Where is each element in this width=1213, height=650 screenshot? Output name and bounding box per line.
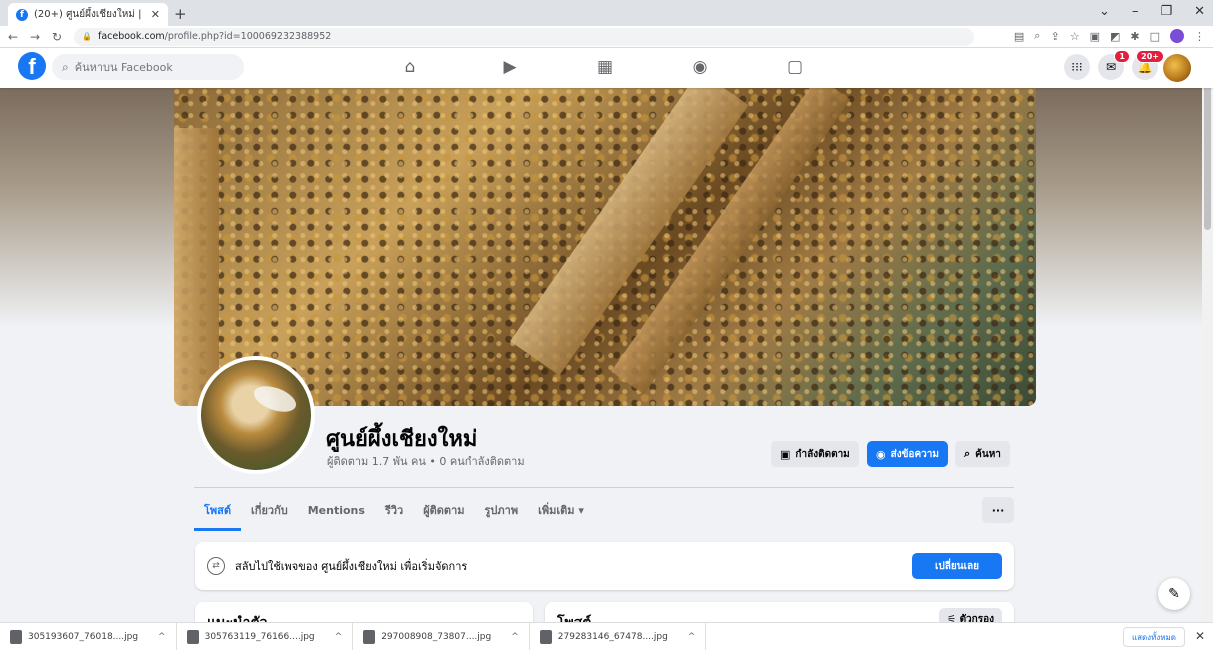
- lock-icon: 🔒: [82, 32, 92, 41]
- messenger-badge: 1: [1114, 50, 1130, 63]
- menu-grid-icon[interactable]: ⁝⁝⁝: [1064, 54, 1090, 80]
- extension-icon[interactable]: ▣: [1090, 30, 1100, 43]
- search-icon: ⌕: [964, 447, 971, 460]
- tab-photos[interactable]: รูปภาพ: [475, 489, 529, 531]
- messenger-icon: ◉: [876, 447, 886, 461]
- send-message-button[interactable]: ◉ ส่งข้อความ: [867, 441, 948, 467]
- facebook-header: f ⌕ ⌂ ▶ ▦ ◉ ▢ ⁝⁝⁝ ✉ 1 🔔 20+: [0, 48, 1213, 88]
- url-domain: facebook.com: [97, 31, 165, 42]
- address-bar: ← → ↻ 🔒 facebook.com/profile.php?id=1000…: [0, 26, 1213, 48]
- menu-icon[interactable]: ⋮: [1194, 30, 1205, 43]
- download-item[interactable]: 305763119_76166....jpg ^: [177, 622, 354, 650]
- chevron-up-icon[interactable]: ^: [688, 632, 696, 642]
- chevron-down-icon[interactable]: ⌄: [1099, 4, 1110, 19]
- chevron-up-icon[interactable]: ^: [511, 632, 519, 642]
- profile-icon[interactable]: [1170, 29, 1184, 43]
- url-field[interactable]: 🔒 facebook.com/profile.php?id=1000692323…: [74, 27, 974, 46]
- new-message-button[interactable]: ✎: [1158, 578, 1190, 610]
- restore-icon[interactable]: ❐: [1160, 4, 1172, 19]
- reload-icon[interactable]: ↻: [48, 30, 66, 44]
- account-avatar[interactable]: [1163, 54, 1191, 82]
- show-all-downloads-button[interactable]: แสดงทั้งหมด: [1122, 627, 1185, 647]
- facebook-favicon-icon: f: [16, 8, 28, 21]
- download-item[interactable]: 297008908_73807....jpg ^: [353, 622, 530, 650]
- groups-icon[interactable]: ◉: [688, 56, 712, 78]
- browser-tab[interactable]: f (20+) ศูนย์ผึ้งเชียงใหม่ | Facebook ✕: [8, 3, 168, 26]
- close-window-icon[interactable]: ✕: [1194, 4, 1205, 19]
- tab-followers[interactable]: ผู้ติดตาม: [413, 489, 474, 531]
- download-item[interactable]: 305193607_76018....jpg ^: [0, 622, 177, 650]
- tab-more[interactable]: เพิ่มเติม ▾: [528, 489, 594, 531]
- tab-mentions[interactable]: Mentions: [298, 489, 375, 531]
- browser-tab-title: (20+) ศูนย์ผึ้งเชียงใหม่ | Facebook: [34, 9, 145, 20]
- back-icon[interactable]: ←: [4, 30, 22, 44]
- extension-icons: ▤ ⌕ ⇪ ☆ ▣ ◩ ✱ □ ⋮: [1014, 29, 1205, 43]
- switch-profile-card: ⇄ สลับไปใช้เพจของ ศูนย์ผึ้งเชียงใหม่ เพื…: [195, 542, 1014, 590]
- notifications-badge: 20+: [1136, 50, 1164, 63]
- gaming-icon[interactable]: ▢: [783, 56, 807, 78]
- search-icon: ⌕: [62, 59, 69, 74]
- following-button[interactable]: ▣ กำลังติดตาม: [771, 441, 859, 467]
- switch-profile-text: สลับไปใช้เพจของ ศูนย์ผึ้งเชียงใหม่ เพื่อ…: [235, 560, 468, 573]
- facebook-logo-icon[interactable]: f: [18, 52, 46, 80]
- tab-about[interactable]: เกี่ยวกับ: [241, 489, 298, 531]
- more-options-button[interactable]: ···: [982, 497, 1014, 523]
- minimize-icon[interactable]: –: [1132, 4, 1139, 19]
- extension2-icon[interactable]: ◩: [1110, 30, 1120, 43]
- watch-icon[interactable]: ▶: [498, 56, 522, 78]
- translate-icon[interactable]: ▤: [1014, 30, 1024, 43]
- close-tab-icon[interactable]: ✕: [151, 8, 160, 21]
- home-icon[interactable]: ⌂: [398, 56, 422, 78]
- browser-tabbar: f (20+) ศูนย์ผึ้งเชียงใหม่ | Facebook ✕ …: [0, 0, 1213, 26]
- cover-photo[interactable]: [174, 88, 1036, 406]
- switch-now-button[interactable]: เปลี่ยนเลย: [912, 553, 1002, 579]
- divider: [194, 487, 1014, 488]
- marketplace-icon[interactable]: ▦: [593, 56, 617, 78]
- bookmark-star-icon[interactable]: ☆: [1070, 30, 1080, 43]
- zoom-icon[interactable]: ⌕: [1034, 29, 1040, 43]
- page-title: ศูนย์ผึ้งเชียงใหม่: [326, 427, 478, 452]
- file-icon: [363, 629, 376, 644]
- messenger-icon: ✉: [1105, 60, 1117, 74]
- notifications-button[interactable]: 🔔 20+: [1132, 50, 1164, 80]
- compose-icon: ✎: [1168, 586, 1180, 602]
- download-item[interactable]: 279283146_67478....jpg ^: [530, 622, 707, 650]
- file-icon: [539, 629, 552, 644]
- chevron-up-icon[interactable]: ^: [335, 632, 343, 642]
- following-icon: ▣: [780, 447, 791, 461]
- downloads-bar: 305193607_76018....jpg ^ 305763119_76166…: [0, 622, 1213, 650]
- profile-picture[interactable]: [197, 356, 315, 474]
- url-path: /profile.php?id=100069232388952: [164, 31, 332, 42]
- forward-icon[interactable]: →: [26, 30, 44, 44]
- tab-reviews[interactable]: รีวิว: [375, 489, 413, 531]
- file-icon: [186, 629, 199, 644]
- close-downloads-icon[interactable]: ✕: [1195, 629, 1205, 643]
- tab-posts[interactable]: โพสต์: [194, 489, 242, 531]
- page-tabs: โพสต์ เกี่ยวกับ Mentions รีวิว ผู้ติดตาม…: [194, 489, 1014, 531]
- messenger-button[interactable]: ✉ 1: [1098, 50, 1130, 80]
- switch-profile-icon: ⇄: [207, 557, 225, 575]
- new-tab-button[interactable]: +: [174, 5, 187, 23]
- search-input[interactable]: [74, 60, 225, 74]
- chevron-up-icon[interactable]: ^: [158, 632, 166, 642]
- facebook-search[interactable]: ⌕: [52, 54, 244, 80]
- puzzle-icon[interactable]: ✱: [1130, 30, 1139, 43]
- sidepanel-icon[interactable]: □: [1150, 30, 1160, 43]
- window-controls: ⌄ – ❐ ✕: [1099, 4, 1205, 19]
- page-follower-count: ผู้ติดตาม 1.7 พัน คน • 0 คนกำลังติดตาม: [327, 455, 525, 468]
- share-icon[interactable]: ⇪: [1050, 30, 1059, 43]
- page-search-button[interactable]: ⌕ ค้นหา: [955, 441, 1010, 467]
- file-icon: [10, 629, 22, 644]
- scrollbar[interactable]: [1202, 48, 1213, 622]
